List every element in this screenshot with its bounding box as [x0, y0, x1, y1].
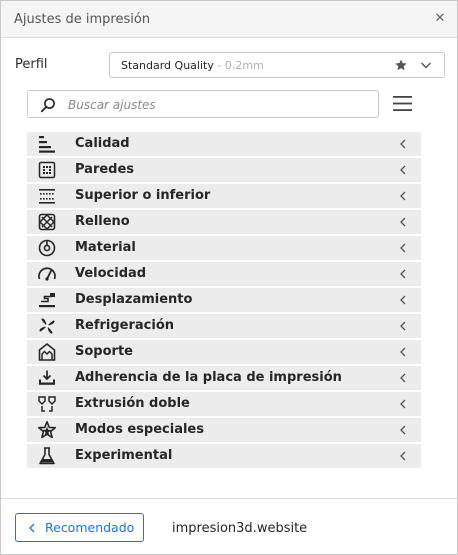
search-input[interactable] — [68, 96, 358, 113]
chevron-left-icon[interactable] — [400, 191, 406, 201]
settings-category-walls[interactable]: Paredes — [27, 158, 421, 182]
travel-icon — [39, 293, 55, 308]
category-label: Modos especiales — [75, 422, 204, 437]
chevron-left-icon[interactable] — [400, 373, 406, 383]
settings-menu-icon[interactable] — [393, 95, 412, 112]
settings-category-material[interactable]: Material — [27, 236, 421, 260]
settings-category-quality[interactable]: Calidad — [27, 132, 421, 156]
settings-category-speed[interactable]: Velocidad — [27, 262, 421, 286]
profile-layer-height: - 0.2mm — [213, 59, 264, 72]
recommended-button[interactable]: Recomendado — [15, 513, 144, 542]
category-label: Velocidad — [75, 266, 147, 281]
special-modes-icon — [38, 421, 56, 439]
window-title: Ajustes de impresión — [14, 12, 151, 27]
settings-category-adhesion[interactable]: Adherencia de la placa de impresión — [27, 366, 421, 390]
category-label: Soporte — [75, 344, 133, 359]
settings-category-cooling[interactable]: Refrigeración — [27, 314, 421, 338]
category-label: Adherencia de la placa de impresión — [75, 370, 342, 385]
chevron-down-icon[interactable] — [420, 60, 432, 70]
chevron-left-icon[interactable] — [400, 451, 406, 461]
category-label: Material — [75, 240, 136, 255]
print-settings-window: Ajustes de impresión ✕ Perfil Standard Q… — [0, 0, 458, 555]
settings-category-travel[interactable]: Desplazamiento — [27, 288, 421, 312]
settings-category-infill[interactable]: Relleno — [27, 210, 421, 234]
material-icon — [38, 239, 56, 257]
chevron-left-icon[interactable] — [400, 425, 406, 435]
recommended-label: Recomendado — [45, 520, 135, 535]
favorite-star-icon[interactable] — [394, 58, 408, 72]
dual-extrusion-icon — [38, 396, 56, 412]
chevron-left-icon[interactable] — [400, 295, 406, 305]
category-label: Extrusión doble — [75, 396, 190, 411]
search-icon — [40, 98, 55, 113]
quality-icon — [39, 136, 55, 153]
cooling-icon — [39, 318, 55, 334]
infill-icon — [38, 213, 56, 231]
category-label: Paredes — [75, 162, 135, 177]
experimental-icon — [39, 447, 55, 465]
profile-label: Perfil — [15, 57, 48, 72]
settings-category-dual-extrusion[interactable]: Extrusión doble — [27, 392, 421, 416]
settings-category-experimental[interactable]: Experimental — [27, 444, 421, 468]
search-box — [27, 90, 379, 118]
title-bar: Ajustes de impresión ✕ — [1, 1, 457, 38]
adhesion-icon — [39, 370, 55, 385]
profile-name: Standard Quality — [121, 59, 214, 72]
settings-category-top-bottom[interactable]: Superior o inferior — [27, 184, 421, 208]
support-icon — [38, 342, 56, 361]
footer-divider — [1, 498, 457, 499]
website-label: impresion3d.website — [172, 521, 308, 536]
chevron-left-icon[interactable] — [400, 399, 406, 409]
chevron-left-icon[interactable] — [400, 165, 406, 175]
chevron-left-icon[interactable] — [400, 243, 406, 253]
settings-category-list: Calidad Paredes Superior o inferior Relleno… — [27, 132, 421, 470]
close-icon[interactable]: ✕ — [432, 11, 448, 27]
chevron-left-icon[interactable] — [400, 217, 406, 227]
settings-category-support[interactable]: Soporte — [27, 340, 421, 364]
category-label: Relleno — [75, 214, 130, 229]
speed-icon — [38, 267, 56, 281]
chevron-left-icon[interactable] — [400, 321, 406, 331]
chevron-left-icon[interactable] — [400, 347, 406, 357]
category-label: Refrigeración — [75, 318, 175, 333]
walls-icon — [38, 161, 56, 179]
chevron-left-icon — [29, 523, 35, 533]
top-bottom-icon — [39, 189, 55, 204]
settings-category-special-modes[interactable]: Modos especiales — [27, 418, 421, 442]
chevron-left-icon[interactable] — [400, 269, 406, 279]
profile-select[interactable]: Standard Quality - 0.2mm — [109, 52, 445, 78]
category-label: Calidad — [75, 136, 130, 151]
category-label: Desplazamiento — [75, 292, 193, 307]
chevron-left-icon[interactable] — [400, 139, 406, 149]
category-label: Superior o inferior — [75, 188, 211, 203]
category-label: Experimental — [75, 448, 173, 463]
